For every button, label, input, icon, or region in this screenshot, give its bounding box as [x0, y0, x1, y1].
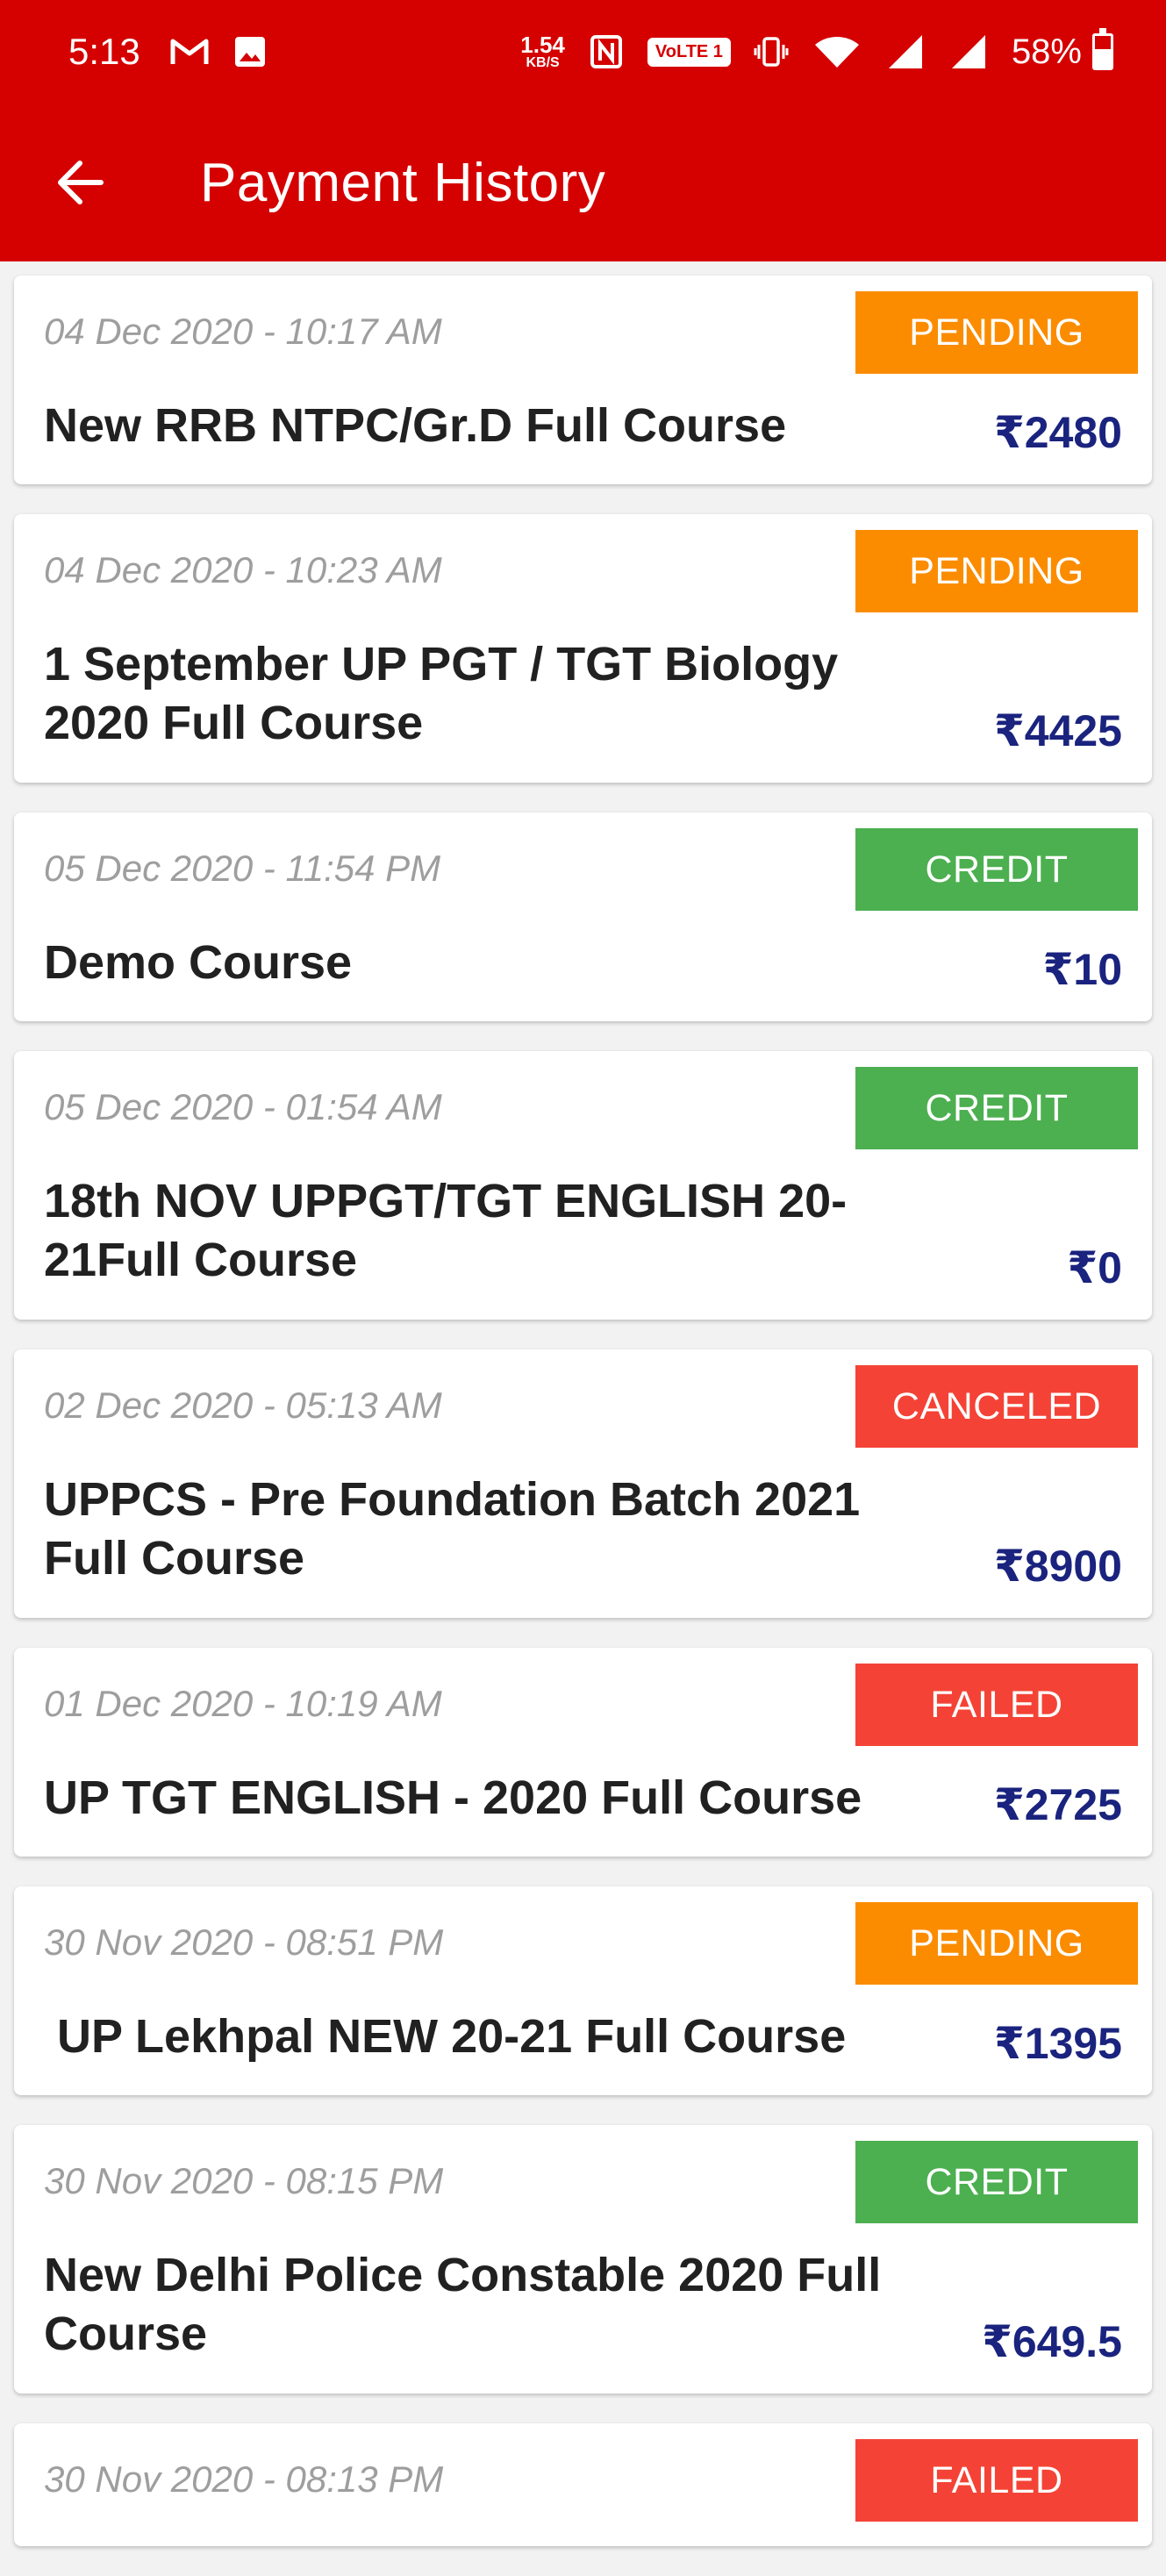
- payment-amount: ₹0: [1067, 1243, 1122, 1292]
- status-badge: PENDING: [855, 1902, 1138, 1985]
- status-bar: 5:13 1.54 KB/S VoLTE 1 58%: [0, 0, 1166, 104]
- payment-card[interactable]: 02 Dec 2020 - 05:13 AM CANCELED UPPCS - …: [14, 1349, 1152, 1618]
- payment-date: 01 Dec 2020 - 10:19 AM: [44, 1683, 442, 1724]
- payment-date: 05 Dec 2020 - 11:54 PM: [44, 848, 441, 889]
- status-badge: FAILED: [855, 2439, 1138, 2522]
- battery-percentage: 58%: [1011, 32, 1082, 71]
- payment-amount: ₹10: [1042, 945, 1122, 994]
- payment-card[interactable]: 30 Nov 2020 - 08:15 PM CREDIT New Delhi …: [14, 2125, 1152, 2394]
- status-time: 5:13: [68, 31, 140, 72]
- payment-amount: ₹2725: [993, 1780, 1122, 1829]
- vibrate-icon: [754, 34, 789, 69]
- signal-icon: [885, 33, 924, 70]
- page-title: Payment History: [200, 152, 606, 213]
- status-badge: PENDING: [855, 291, 1138, 374]
- status-badge: PENDING: [855, 530, 1138, 612]
- payment-date: 30 Nov 2020 - 08:51 PM: [44, 1921, 444, 1963]
- battery-icon: [1092, 28, 1113, 70]
- app-bar: Payment History: [0, 104, 1166, 261]
- arrow-left-icon: [58, 161, 104, 204]
- course-title: Demo Course: [44, 936, 353, 989]
- course-title: UP Lekhpal NEW 20-21 Full Course: [44, 2010, 847, 2063]
- course-title: UPPCS - Pre Foundation Batch 2021 Full C…: [44, 1473, 861, 1585]
- payment-amount: ₹4425: [993, 706, 1122, 755]
- signal-icon: [948, 33, 987, 70]
- status-badge: CREDIT: [855, 2141, 1138, 2223]
- payment-card[interactable]: 05 Dec 2020 - 01:54 AM CREDIT 18th NOV U…: [14, 1051, 1152, 1320]
- course-title: New RRB NTPC/Gr.D Full Course: [44, 399, 787, 452]
- course-title: 1 September UP PGT / TGT Biology 2020 Fu…: [44, 638, 839, 749]
- gmail-icon: [170, 37, 209, 67]
- payment-date: 30 Nov 2020 - 08:15 PM: [44, 2160, 444, 2201]
- status-badge: CANCELED: [855, 1365, 1138, 1448]
- payment-history-list: 04 Dec 2020 - 10:17 AM PENDING New RRB N…: [0, 275, 1166, 2576]
- status-badge: CREDIT: [855, 1067, 1138, 1149]
- image-icon: [233, 35, 267, 68]
- payment-amount: ₹1395: [993, 2019, 1122, 2068]
- back-button[interactable]: [40, 143, 119, 222]
- course-title: New Delhi Police Constable 2020 Full Cou…: [44, 2249, 882, 2360]
- course-title: UP TGT ENGLISH - 2020 Full Course: [44, 1771, 862, 1824]
- payment-amount: ₹2480: [993, 408, 1122, 457]
- payment-card[interactable]: 04 Dec 2020 - 10:23 AM PENDING 1 Septemb…: [14, 514, 1152, 783]
- payment-card[interactable]: 04 Dec 2020 - 10:17 AM PENDING New RRB N…: [14, 275, 1152, 484]
- payment-card[interactable]: 01 Dec 2020 - 10:19 AM FAILED UP TGT ENG…: [14, 1648, 1152, 1857]
- status-badge: CREDIT: [855, 828, 1138, 911]
- payment-amount: ₹8900: [993, 1542, 1122, 1591]
- payment-date: 02 Dec 2020 - 05:13 AM: [44, 1385, 442, 1426]
- payment-date: 04 Dec 2020 - 10:23 AM: [44, 549, 442, 590]
- wifi-icon: [813, 34, 861, 69]
- network-speed: 1.54 KB/S: [520, 32, 565, 70]
- payment-card[interactable]: 30 Nov 2020 - 08:13 PM FAILED: [14, 2423, 1152, 2546]
- payment-amount: ₹649.5: [982, 2317, 1122, 2366]
- course-title: 18th NOV UPPGT/TGT ENGLISH 20-21Full Cou…: [44, 1175, 848, 1286]
- status-badge: FAILED: [855, 1664, 1138, 1746]
- payment-date: 30 Nov 2020 - 08:13 PM: [44, 2458, 444, 2500]
- payment-card[interactable]: 05 Dec 2020 - 11:54 PM CREDIT Demo Cours…: [14, 812, 1152, 1021]
- volte-badge: VoLTE 1: [647, 37, 731, 67]
- nfc-icon: [590, 34, 623, 69]
- payment-date: 05 Dec 2020 - 01:54 AM: [44, 1086, 442, 1127]
- payment-card[interactable]: 30 Nov 2020 - 08:51 PM PENDING UP Lekhpa…: [14, 1886, 1152, 2095]
- payment-date: 04 Dec 2020 - 10:17 AM: [44, 311, 442, 352]
